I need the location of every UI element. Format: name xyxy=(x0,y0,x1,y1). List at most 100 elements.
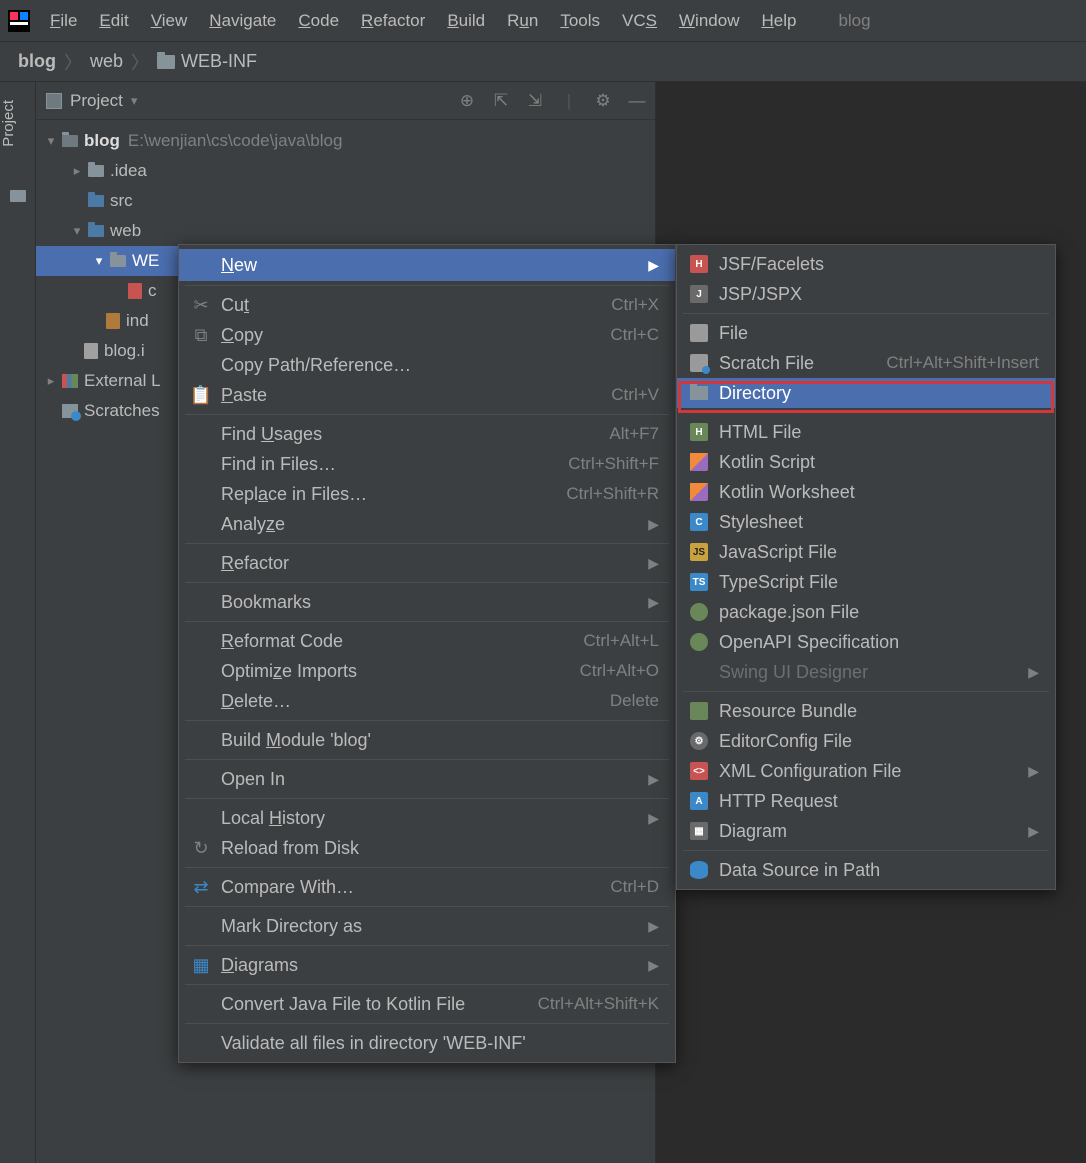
separator xyxy=(185,759,669,760)
ctx-local-history[interactable]: Local History▶ xyxy=(179,803,675,833)
ctx-compare-with[interactable]: ⇄Compare With…Ctrl+D xyxy=(179,872,675,902)
new-ts[interactable]: TSTypeScript File xyxy=(677,567,1055,597)
ctx-copy[interactable]: ⧉CopyCtrl+C xyxy=(179,320,675,350)
new-html[interactable]: HHTML File xyxy=(677,417,1055,447)
libraries-icon xyxy=(62,374,78,388)
tree-idea[interactable]: ▸ .idea xyxy=(36,156,655,186)
kotlin-icon xyxy=(690,453,708,471)
ctx-optimize-imports[interactable]: Optimize ImportsCtrl+Alt+O xyxy=(179,656,675,686)
ctx-paste[interactable]: 📋PasteCtrl+V xyxy=(179,380,675,410)
xml-icon: <> xyxy=(690,762,708,780)
new-diagram[interactable]: ▦Diagram▶ xyxy=(677,816,1055,846)
ctx-find-in-files[interactable]: Find in Files…Ctrl+Shift+F xyxy=(179,449,675,479)
tree-web-label: web xyxy=(110,221,141,241)
new-directory[interactable]: Directory xyxy=(677,378,1055,408)
project-view-icon xyxy=(46,93,62,109)
ctx-refactor[interactable]: Refactor▶ xyxy=(179,548,675,578)
project-tool-tab-label: Project xyxy=(0,100,17,147)
shortcut-label: Ctrl+Alt+O xyxy=(580,661,659,681)
menu-run[interactable]: Run xyxy=(497,7,548,35)
project-panel-title: Project xyxy=(70,91,123,111)
menu-code[interactable]: Code xyxy=(288,7,349,35)
project-tool-tab[interactable]: Project xyxy=(0,92,36,155)
ctx-mark-directory[interactable]: Mark Directory as▶ xyxy=(179,911,675,941)
new-swing[interactable]: Swing UI Designer▶ xyxy=(677,657,1055,687)
new-datasource[interactable]: Data Source in Path xyxy=(677,855,1055,885)
ctx-copy-path[interactable]: Copy Path/Reference… xyxy=(179,350,675,380)
new-file[interactable]: File xyxy=(677,318,1055,348)
chevron-down-icon[interactable]: ▾ xyxy=(131,93,138,109)
tree-root[interactable]: ▾ blog E:\wenjian\cs\code\java\blog xyxy=(36,126,655,156)
tree-root-label: blog xyxy=(84,131,120,151)
new-jsf[interactable]: HJSF/Facelets xyxy=(677,249,1055,279)
ctx-find-usages[interactable]: Find UsagesAlt+F7 xyxy=(179,419,675,449)
module-icon xyxy=(62,135,78,147)
new-stylesheet[interactable]: CStylesheet xyxy=(677,507,1055,537)
breadcrumb-root[interactable]: blog xyxy=(18,51,56,72)
new-kotlin-worksheet[interactable]: Kotlin Worksheet xyxy=(677,477,1055,507)
new-packagejson[interactable]: package.json File xyxy=(677,597,1055,627)
tree-web[interactable]: ▾ web xyxy=(36,216,655,246)
menu-refactor[interactable]: Refactor xyxy=(351,7,435,35)
separator xyxy=(683,850,1049,851)
ctx-bookmarks[interactable]: Bookmarks▶ xyxy=(179,587,675,617)
new-kotlin-script[interactable]: Kotlin Script xyxy=(677,447,1055,477)
hide-icon[interactable]: — xyxy=(629,93,645,109)
jsf-icon: H xyxy=(690,255,708,273)
select-opened-file-icon[interactable]: ⊕ xyxy=(459,93,475,109)
new-xml-config[interactable]: <>XML Configuration File▶ xyxy=(677,756,1055,786)
separator xyxy=(683,412,1049,413)
ctx-new[interactable]: New▶ xyxy=(179,249,675,281)
menu-window[interactable]: Window xyxy=(669,7,749,35)
menu-navigate[interactable]: Navigate xyxy=(199,7,286,35)
new-js[interactable]: JSJavaScript File xyxy=(677,537,1055,567)
context-menu: New▶ ✂CutCtrl+X ⧉CopyCtrl+C Copy Path/Re… xyxy=(178,244,676,1063)
shortcut-label: Ctrl+Alt+L xyxy=(583,631,659,651)
new-resource-bundle[interactable]: Resource Bundle xyxy=(677,696,1055,726)
breadcrumb-webinf-label: WEB-INF xyxy=(181,51,257,72)
menu-edit[interactable]: Edit xyxy=(89,7,138,35)
diagram-icon: ▦ xyxy=(690,822,708,840)
tree-index-label: ind xyxy=(126,311,149,331)
ctx-validate[interactable]: Validate all files in directory 'WEB-INF… xyxy=(179,1028,675,1058)
http-icon: A xyxy=(690,792,708,810)
shortcut-label: Ctrl+Shift+F xyxy=(568,454,659,474)
tree-src[interactable]: src xyxy=(36,186,655,216)
new-http-request[interactable]: AHTTP Request xyxy=(677,786,1055,816)
ctx-replace-in-files[interactable]: Replace in Files…Ctrl+Shift+R xyxy=(179,479,675,509)
menu-view[interactable]: View xyxy=(141,7,198,35)
iml-file-icon xyxy=(84,343,98,359)
ctx-open-in[interactable]: Open In▶ xyxy=(179,764,675,794)
collapse-all-icon[interactable]: ⇲ xyxy=(527,93,543,109)
tree-src-label: src xyxy=(110,191,133,211)
menu-tools[interactable]: Tools xyxy=(550,7,610,35)
gear-icon[interactable]: ⚙ xyxy=(595,93,611,109)
jsp-icon: J xyxy=(690,285,708,303)
menu-help[interactable]: Help xyxy=(751,7,806,35)
breadcrumb-webinf[interactable]: WEB-INF xyxy=(157,51,257,72)
ctx-convert-kotlin[interactable]: Convert Java File to Kotlin FileCtrl+Alt… xyxy=(179,989,675,1019)
ctx-cut[interactable]: ✂CutCtrl+X xyxy=(179,290,675,320)
tree-iml-label: blog.i xyxy=(104,341,145,361)
expand-all-icon[interactable]: ⇱ xyxy=(493,93,509,109)
project-panel-header: Project ▾ ⊕ ⇱ ⇲ | ⚙ — xyxy=(36,82,655,120)
separator xyxy=(185,582,669,583)
breadcrumb-web[interactable]: web xyxy=(90,51,123,72)
ctx-analyze[interactable]: Analyze▶ xyxy=(179,509,675,539)
chevron-right-icon: 〉 xyxy=(64,49,82,75)
ts-icon: TS xyxy=(690,573,708,591)
new-scratch[interactable]: Scratch FileCtrl+Alt+Shift+Insert xyxy=(677,348,1055,378)
ctx-reformat[interactable]: Reformat CodeCtrl+Alt+L xyxy=(179,626,675,656)
menu-vcs[interactable]: VCS xyxy=(612,7,667,35)
separator xyxy=(185,621,669,622)
new-editorconfig[interactable]: ⚙EditorConfig File xyxy=(677,726,1055,756)
new-jspx[interactable]: JJSP/JSPX xyxy=(677,279,1055,309)
ctx-reload-disk[interactable]: ↻Reload from Disk xyxy=(179,833,675,863)
ctx-build-module[interactable]: Build Module 'blog' xyxy=(179,725,675,755)
new-openapi[interactable]: OpenAPI Specification xyxy=(677,627,1055,657)
menu-build[interactable]: Build xyxy=(437,7,495,35)
ctx-diagrams[interactable]: ▦Diagrams▶ xyxy=(179,950,675,980)
separator xyxy=(683,691,1049,692)
ctx-delete[interactable]: Delete…Delete xyxy=(179,686,675,716)
menu-file[interactable]: File xyxy=(40,7,87,35)
